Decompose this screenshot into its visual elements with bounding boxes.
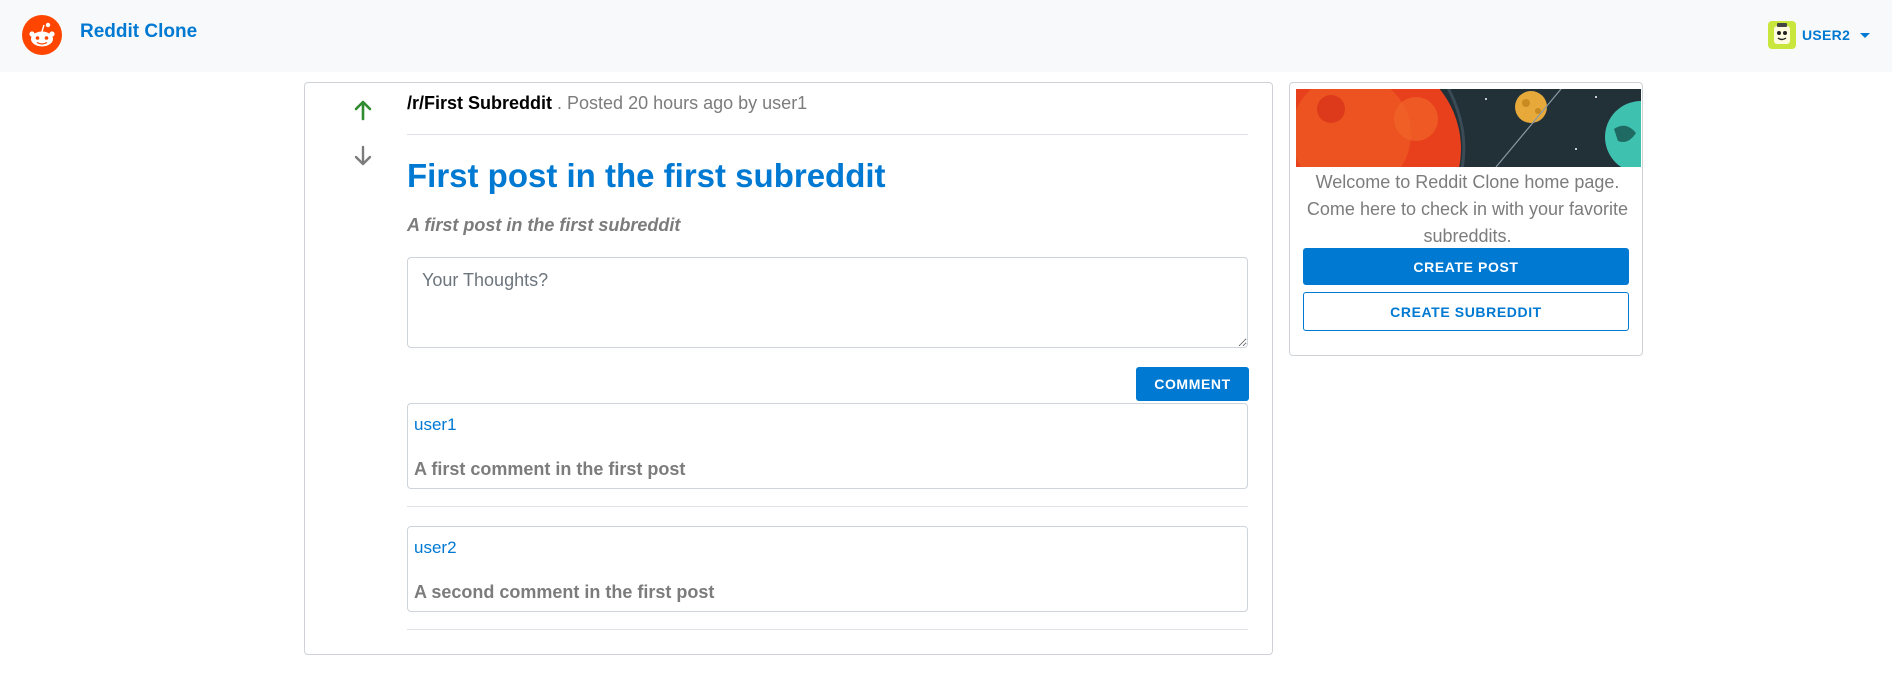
comment-card: user2 A second comment in the first post xyxy=(407,526,1248,612)
create-post-button[interactable]: CREATE POST xyxy=(1303,248,1629,285)
comment-text: A first comment in the first post xyxy=(414,459,686,479)
username: USER2 xyxy=(1802,27,1851,43)
create-subreddit-button[interactable]: CREATE SUBREDDIT xyxy=(1303,292,1629,331)
comment-text: A second comment in the first post xyxy=(414,582,715,602)
divider xyxy=(407,134,1248,135)
subreddit-link[interactable]: /r/First Subreddit xyxy=(407,93,552,113)
divider xyxy=(407,506,1248,507)
chevron-down-icon xyxy=(1860,32,1871,38)
upvote-arrow-icon[interactable] xyxy=(353,99,373,121)
comment-button[interactable]: COMMENT xyxy=(1136,367,1249,401)
post-title[interactable]: First post in the first subreddit xyxy=(407,157,886,195)
post-body: A first post in the first subreddit xyxy=(407,215,681,235)
user-avatar-icon xyxy=(1768,21,1796,49)
post-meta-text: . Posted 20 hours ago by user1 xyxy=(557,93,808,113)
sidebar-card: Welcome to Reddit Clone home page. Come … xyxy=(1289,82,1643,356)
reddit-logo-icon[interactable] xyxy=(22,15,62,55)
comment-author-link[interactable]: user2 xyxy=(414,538,457,558)
downvote-arrow-icon[interactable] xyxy=(353,145,373,167)
sidebar-welcome-text: Welcome to Reddit Clone home page. Come … xyxy=(1306,172,1629,246)
post-card: /r/First Subreddit . Posted 20 hours ago… xyxy=(304,82,1273,655)
brand-link[interactable]: Reddit Clone xyxy=(80,21,197,43)
comment-textarea[interactable] xyxy=(407,257,1248,348)
banner-image xyxy=(1296,89,1641,167)
comment-author-link[interactable]: user1 xyxy=(414,415,457,435)
comment-card: user1 A first comment in the first post xyxy=(407,403,1248,489)
user-menu-dropdown[interactable]: USER2 xyxy=(1768,20,1871,50)
navbar: Reddit Clone USER2 xyxy=(0,0,1892,72)
divider xyxy=(407,629,1248,630)
post-meta: /r/First Subreddit . Posted 20 hours ago… xyxy=(407,93,807,114)
